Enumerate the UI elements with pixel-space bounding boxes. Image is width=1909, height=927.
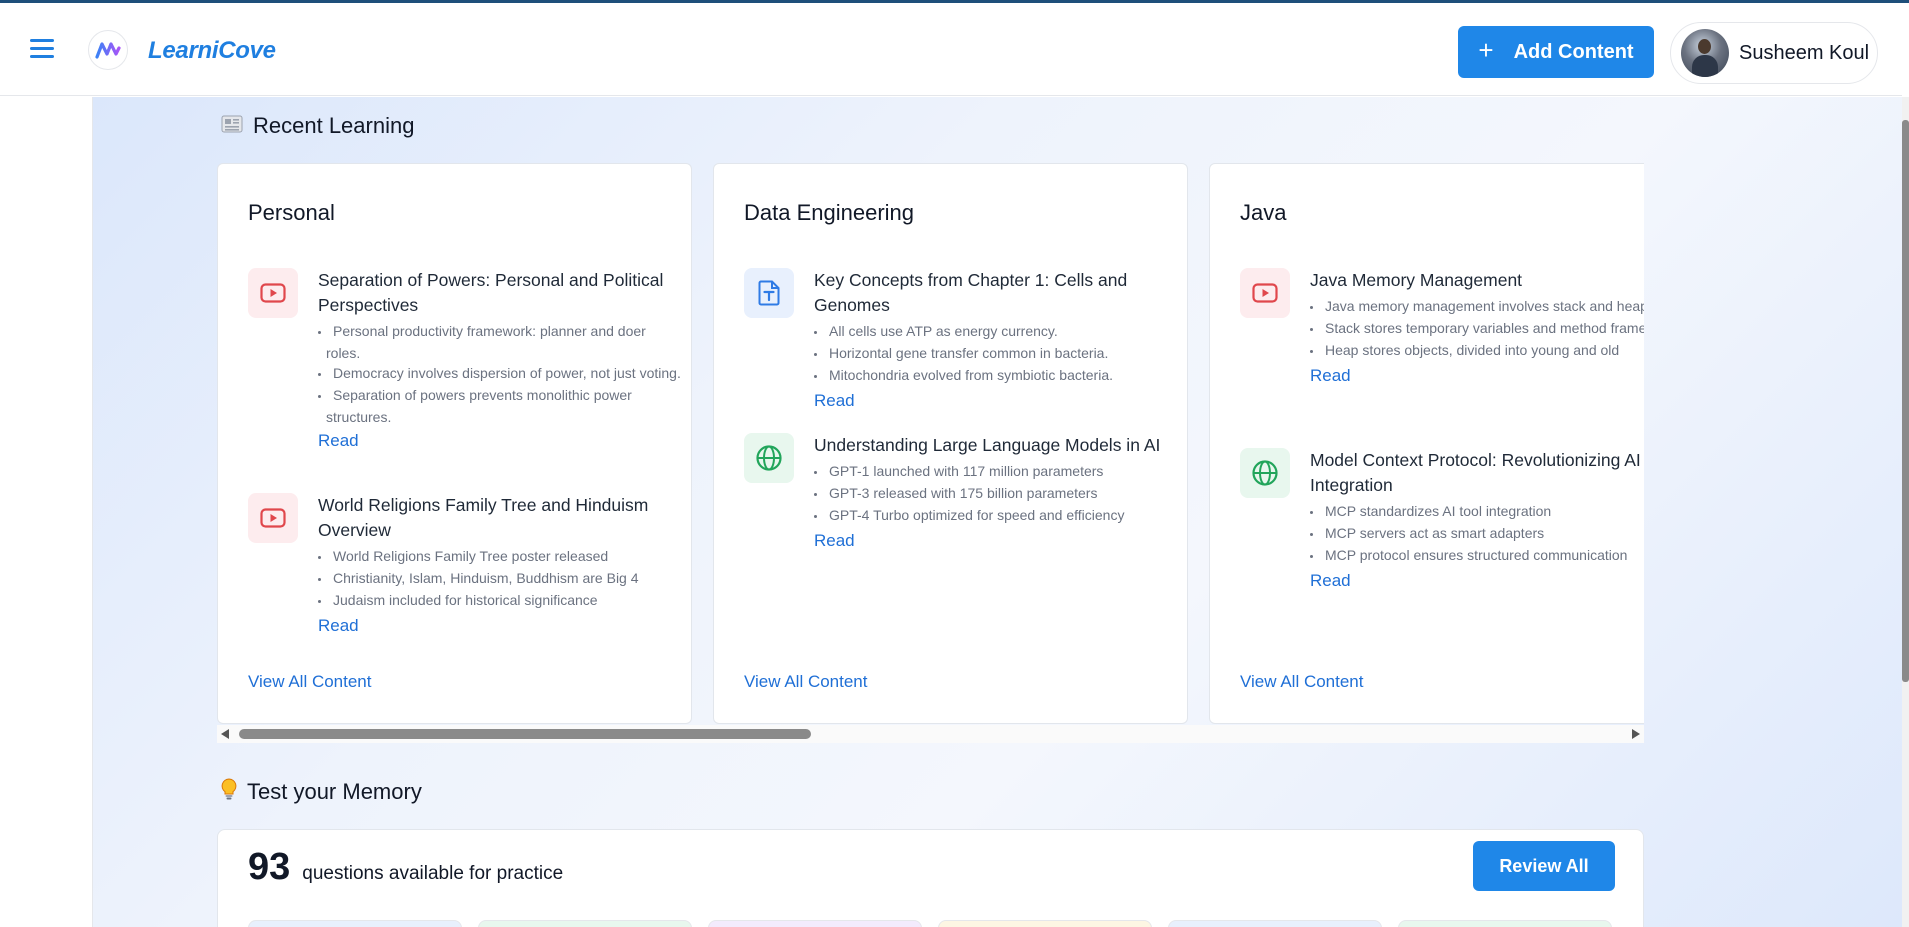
app-header: LearniCove + Add Content Susheem Koul (0, 3, 1902, 96)
memory-practice-card: 93 questions available for practice Revi… (217, 829, 1644, 927)
content-item: Model Context Protocol: Revolutionizing … (1240, 448, 1644, 618)
summary-point: Democracy involves dispersion of power, … (318, 363, 683, 385)
summary-point: Heap stores objects, divided into young … (1310, 340, 1644, 362)
summary-point: Mitochondria evolved from symbiotic bact… (814, 365, 1179, 387)
memory-category-chip[interactable] (478, 920, 692, 927)
memory-category-chip[interactable] (708, 920, 922, 927)
card-title: Personal (248, 200, 335, 225)
user-name: Susheem Koul (1739, 41, 1870, 64)
content-item-title[interactable]: Java Memory Management (1310, 268, 1644, 293)
summary-point: Christianity, Islam, Hinduism, Buddhism … (318, 568, 683, 590)
avatar (1681, 29, 1729, 77)
category-card-java: Java Java Memory Management Java memory … (1209, 163, 1644, 724)
question-count-label: questions available for practice (302, 863, 564, 884)
summary-point: Judaism included for historical signific… (318, 590, 683, 612)
summary-point: Personal productivity framework: planner… (318, 321, 683, 363)
recent-learning-heading: Recent Learning (221, 113, 414, 139)
summary-point: Horizontal gene transfer common in bacte… (814, 343, 1179, 365)
globe-icon (1240, 448, 1290, 498)
content-item-title[interactable]: Separation of Powers: Personal and Polit… (318, 268, 683, 318)
memory-category-chip[interactable] (248, 920, 462, 927)
read-link[interactable]: Read (1310, 571, 1351, 591)
read-link[interactable]: Read (318, 431, 359, 451)
read-link[interactable]: Read (814, 391, 855, 411)
summary-point: GPT-3 released with 175 billion paramete… (814, 483, 1179, 505)
view-all-content-link[interactable]: View All Content (1240, 672, 1363, 692)
scroll-right-arrow-icon[interactable] (1632, 729, 1640, 739)
content-item-title[interactable]: Key Concepts from Chapter 1: Cells and G… (814, 268, 1179, 318)
summary-point: Separation of powers prevents monolithic… (318, 385, 683, 427)
recent-cards-carousel: Personal Separation of Powers: Personal … (217, 163, 1644, 725)
memory-category-chips (248, 920, 1612, 927)
content-item-title[interactable]: World Religions Family Tree and Hinduism… (318, 493, 683, 543)
content-item: Separation of Powers: Personal and Polit… (248, 268, 681, 478)
content-item: Java Memory Management Java memory manag… (1240, 268, 1644, 438)
summary-point: Stack stores temporary variables and met… (1310, 318, 1644, 340)
card-title: Java (1240, 200, 1287, 225)
scroll-left-arrow-icon[interactable] (221, 729, 229, 739)
question-count: 93 (248, 846, 291, 888)
summary-point: MCP servers act as smart adapters (1310, 523, 1644, 545)
brand-logo-icon[interactable] (88, 30, 128, 70)
section-title: Recent Learning (253, 113, 415, 138)
page-scrollbar-thumb[interactable] (1902, 120, 1909, 682)
plus-icon: + (1478, 35, 1494, 65)
read-link[interactable]: Read (318, 616, 359, 636)
summary-points: GPT-1 launched with 117 million paramete… (814, 461, 1179, 527)
summary-point: MCP protocol ensures structured communic… (1310, 545, 1644, 567)
category-card-personal: Personal Separation of Powers: Personal … (217, 163, 692, 724)
summary-point: MCP standardizes AI tool integration (1310, 501, 1644, 523)
test-memory-heading: Test your Memory (221, 778, 422, 805)
newspaper-icon (221, 115, 243, 138)
youtube-icon (1240, 268, 1290, 318)
user-profile-menu[interactable]: Susheem Koul (1670, 22, 1878, 84)
carousel-scrollbar[interactable] (217, 725, 1644, 743)
view-all-content-link[interactable]: View All Content (744, 672, 867, 692)
summary-points: MCP standardizes AI tool integration MCP… (1310, 501, 1644, 567)
view-all-content-link[interactable]: View All Content (248, 672, 371, 692)
memory-category-chip[interactable] (938, 920, 1152, 927)
carousel-scrollbar-thumb[interactable] (239, 729, 811, 739)
summary-point: GPT-1 launched with 117 million paramete… (814, 461, 1179, 483)
youtube-icon (248, 493, 298, 543)
brand-name[interactable]: LearniCove (148, 37, 276, 65)
summary-point: World Religions Family Tree poster relea… (318, 546, 683, 568)
globe-icon (744, 433, 794, 483)
section-title: Test your Memory (247, 778, 422, 804)
review-all-button[interactable]: Review All (1473, 841, 1615, 891)
summary-points: World Religions Family Tree poster relea… (318, 546, 683, 612)
hamburger-menu-icon[interactable] (30, 39, 54, 61)
content-item-title[interactable]: Understanding Large Language Models in A… (814, 433, 1179, 458)
memory-category-chip[interactable] (1398, 920, 1612, 927)
summary-points: Personal productivity framework: planner… (318, 321, 683, 427)
content-item-title[interactable]: Model Context Protocol: Revolutionizing … (1310, 448, 1644, 498)
memory-category-chip[interactable] (1168, 920, 1382, 927)
category-card-data-engineering: Data Engineering Key Concepts from Chapt… (713, 163, 1188, 724)
youtube-icon (248, 268, 298, 318)
content-item: Key Concepts from Chapter 1: Cells and G… (744, 268, 1174, 418)
read-link[interactable]: Read (1310, 366, 1351, 386)
summary-points: Java memory management involves stack an… (1310, 296, 1644, 362)
summary-point: All cells use ATP as energy currency. (814, 321, 1179, 343)
summary-points: All cells use ATP as energy currency. Ho… (814, 321, 1179, 387)
summary-point: GPT-4 Turbo optimized for speed and effi… (814, 505, 1179, 527)
read-link[interactable]: Read (814, 531, 855, 551)
sidebar-spacer (0, 97, 93, 927)
summary-point: Java memory management involves stack an… (1310, 296, 1644, 318)
document-icon (744, 268, 794, 318)
lightbulb-icon (221, 778, 237, 805)
add-content-button[interactable]: + Add Content (1458, 26, 1654, 78)
add-content-label: Add Content (1513, 40, 1634, 63)
content-item: Understanding Large Language Models in A… (744, 433, 1174, 563)
content-item: World Religions Family Tree and Hinduism… (248, 493, 678, 643)
card-title: Data Engineering (744, 200, 915, 225)
